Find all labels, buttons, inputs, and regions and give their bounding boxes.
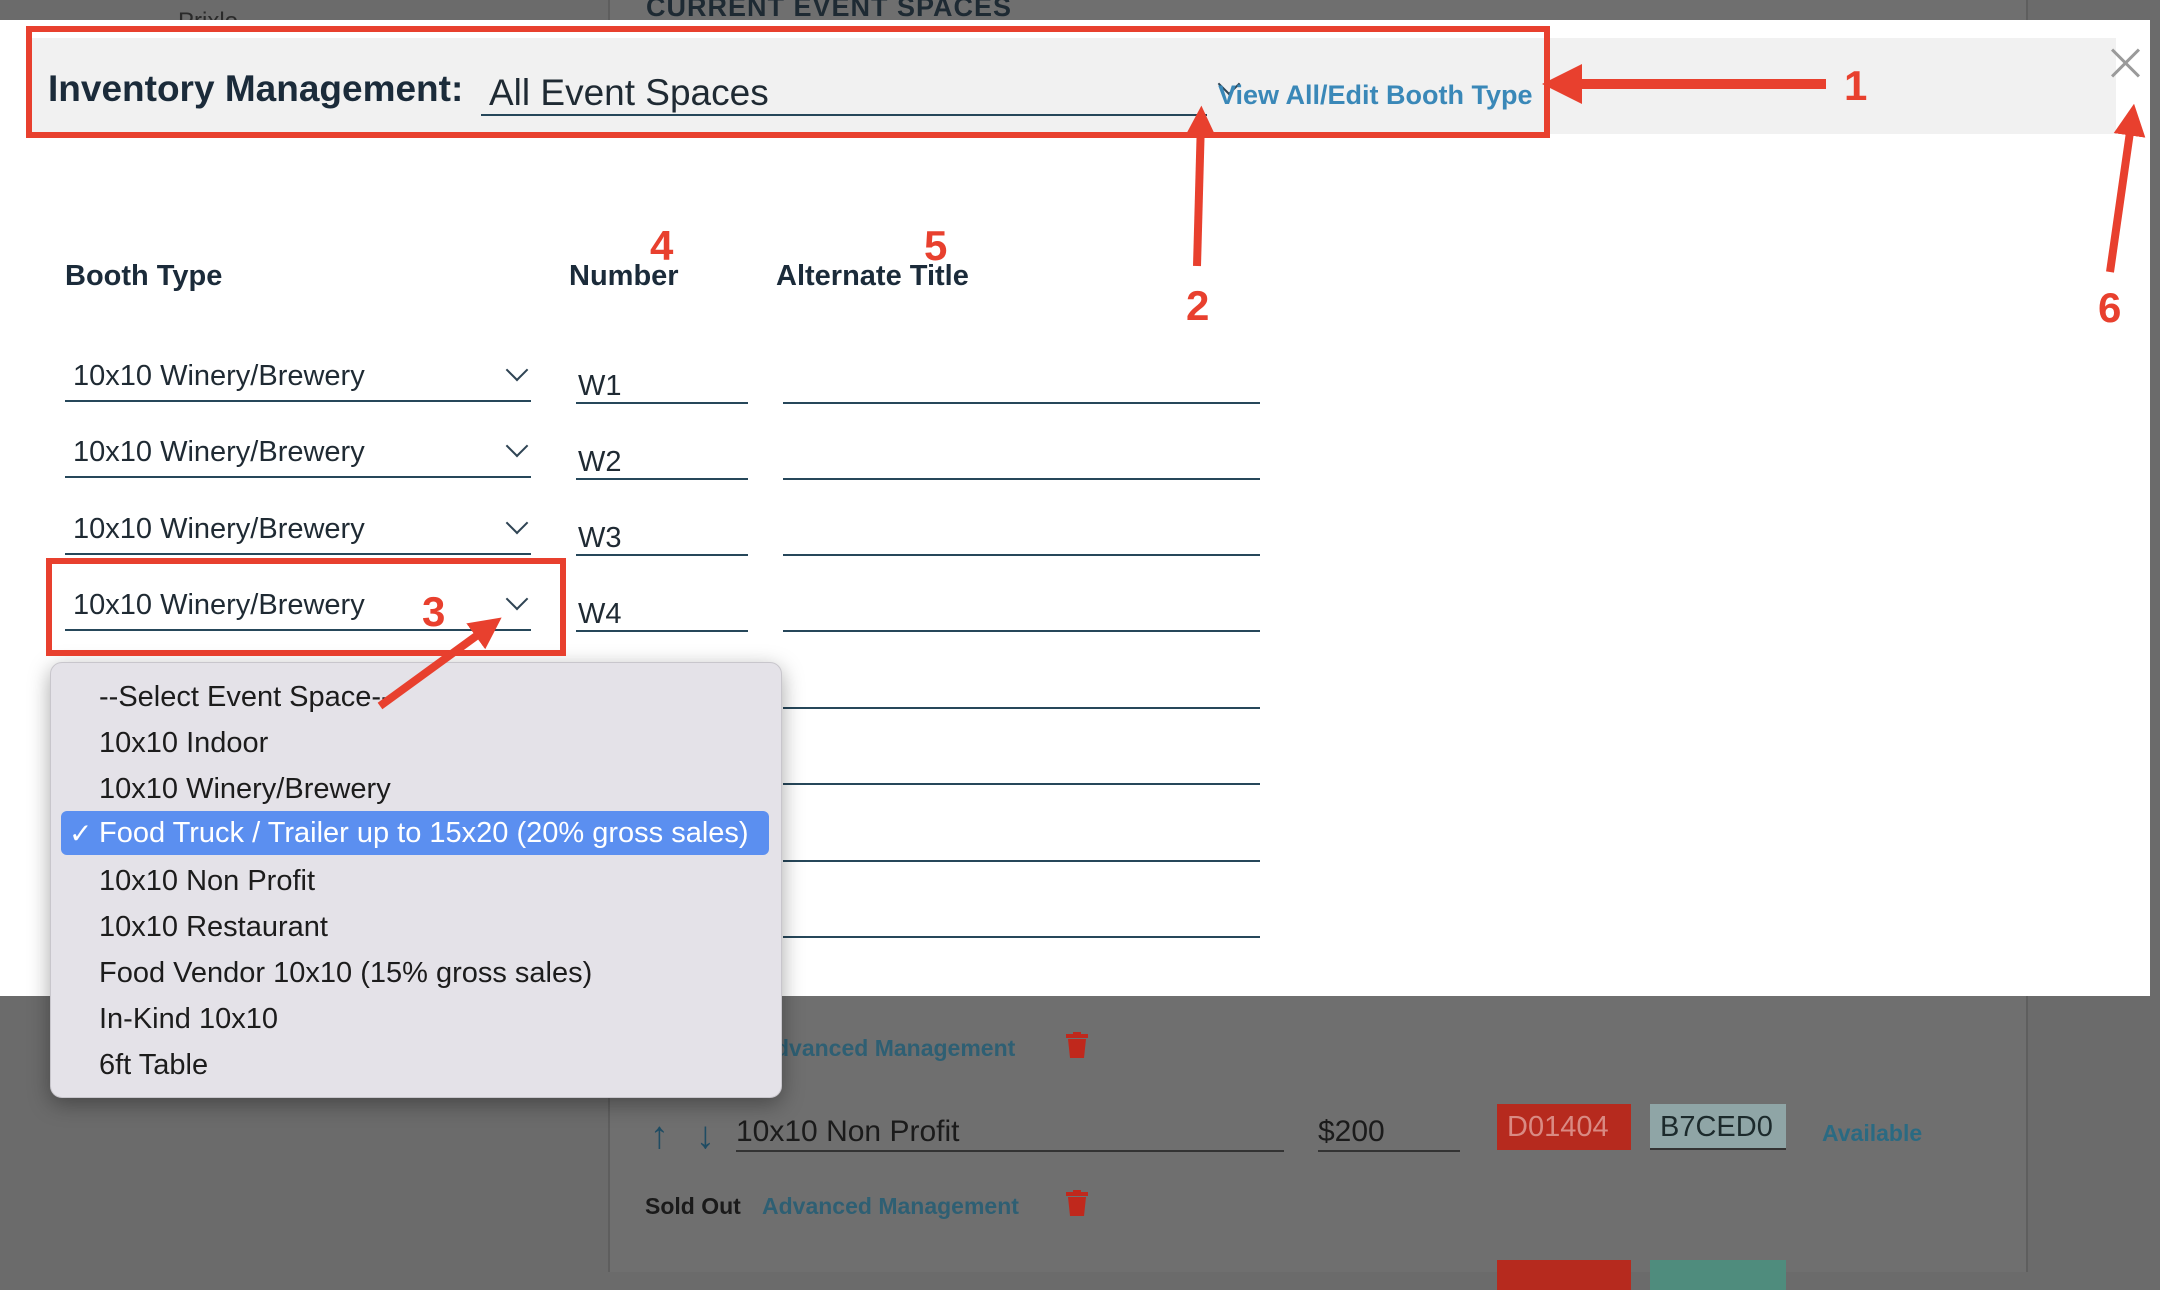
annotation-arrow-6 <box>2106 103 2146 273</box>
annotation-arrow-3 <box>377 617 502 710</box>
annotation-arrows <box>377 64 2146 710</box>
annotation-number-2: 2 <box>1186 282 1210 329</box>
annotation-number-6: 6 <box>2098 284 2122 331</box>
annotation-arrow-2 <box>1184 105 1217 267</box>
annotation-number-4: 4 <box>650 222 674 269</box>
annotation-number-5: 5 <box>924 222 948 269</box>
annotation-number-1: 1 <box>1844 62 1868 109</box>
annotation-number-3: 3 <box>422 588 446 635</box>
